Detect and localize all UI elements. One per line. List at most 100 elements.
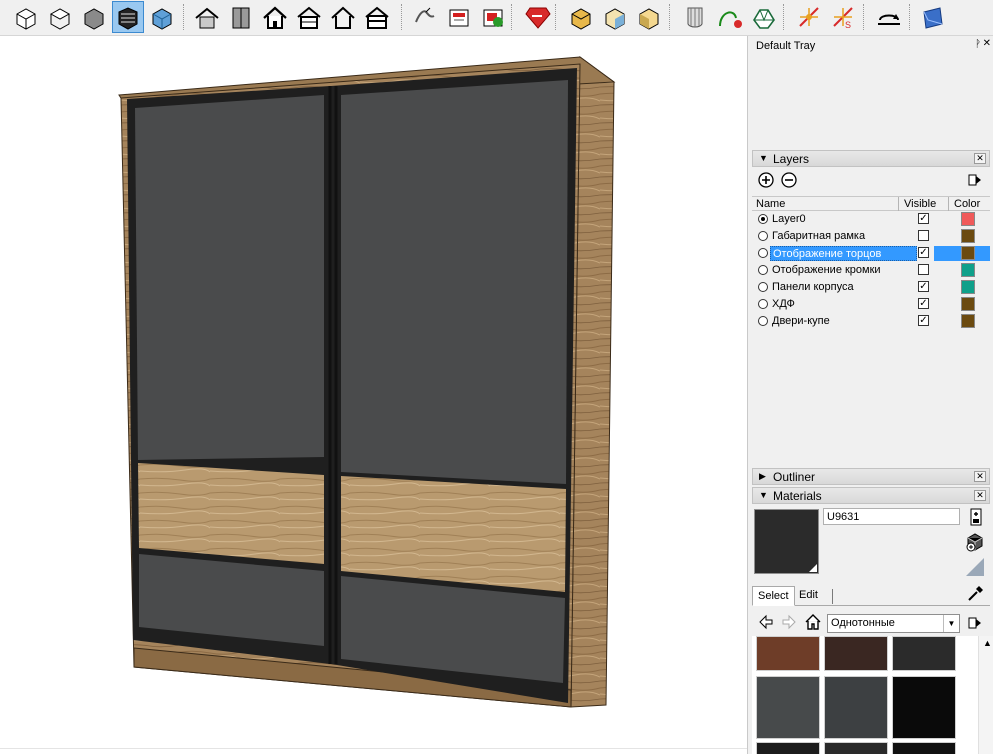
material-swatch[interactable] (892, 742, 956, 754)
layer-color-swatch[interactable] (961, 314, 975, 328)
solid-union-button[interactable] (565, 1, 597, 33)
scroll-up-icon[interactable]: ▲ (983, 638, 992, 648)
forward-arrow-icon[interactable] (781, 614, 797, 633)
home-button[interactable] (259, 1, 291, 33)
home-outline-button[interactable] (327, 1, 359, 33)
model-viewport[interactable] (0, 36, 747, 754)
styles-button[interactable] (679, 1, 711, 33)
column-visible[interactable]: Visible (904, 198, 936, 210)
create-material-icon[interactable] (969, 508, 983, 529)
layer-color-swatch[interactable] (961, 212, 975, 226)
material-swatch[interactable] (824, 636, 888, 671)
visible-checkbox[interactable] (918, 264, 929, 275)
section-display-button[interactable]: S (827, 1, 859, 33)
material-swatch[interactable] (756, 636, 820, 671)
tab-edit[interactable]: Edit (794, 586, 823, 606)
layer-color-swatch[interactable] (961, 229, 975, 243)
outliner-close-icon[interactable]: ✕ (974, 471, 986, 482)
materials-details-icon[interactable] (968, 616, 982, 633)
materials-panel-header[interactable]: ▼ Materials ✕ (752, 487, 990, 504)
layer-name[interactable]: ХДФ (770, 297, 797, 312)
photo-texture-button[interactable] (443, 1, 475, 33)
material-swatch[interactable] (892, 636, 956, 671)
tab-select[interactable]: Select (752, 586, 795, 606)
layer-color-swatch[interactable] (961, 297, 975, 311)
material-library-select[interactable]: Однотонные ▼ (827, 614, 960, 633)
layer-name[interactable]: Двери-купе (770, 314, 832, 329)
active-layer-radio[interactable] (758, 316, 768, 326)
iso-view-button[interactable] (10, 1, 42, 33)
material-to-model-icon[interactable] (965, 532, 985, 555)
material-name-field[interactable]: U9631 (823, 508, 960, 525)
layer-row[interactable]: Двери-купе ✓ (752, 313, 990, 330)
column-name[interactable]: Name (756, 198, 785, 210)
follow-me-button[interactable] (713, 1, 745, 33)
layer-color-swatch[interactable] (961, 263, 975, 277)
active-layer-radio[interactable] (758, 265, 768, 275)
column-color[interactable]: Color (954, 198, 980, 210)
material-swatch[interactable] (756, 742, 820, 754)
material-preview[interactable] (754, 509, 819, 574)
front-view-button[interactable] (78, 1, 110, 33)
layer-row[interactable]: Layer0 ✓ (752, 211, 990, 228)
layers-details-icon[interactable] (968, 173, 982, 190)
chevron-down-icon[interactable]: ▼ (943, 615, 959, 632)
layer-name[interactable]: Панели корпуса (770, 280, 856, 295)
share-model-button[interactable] (293, 1, 325, 33)
layer-name[interactable]: Отображение торцов (770, 246, 917, 261)
layer-color-swatch[interactable] (961, 246, 975, 260)
layer-row[interactable]: Габаритная рамка (752, 228, 990, 245)
add-layer-icon[interactable] (758, 172, 774, 191)
section-plane-button[interactable] (793, 1, 825, 33)
active-layer-radio[interactable] (758, 282, 768, 292)
eyedropper-icon[interactable] (967, 584, 985, 605)
house-section-button[interactable] (361, 1, 393, 33)
visible-checkbox[interactable]: ✓ (918, 247, 929, 258)
flip-button[interactable] (873, 1, 905, 33)
material-swatch[interactable] (824, 676, 888, 739)
material-swatch[interactable] (824, 742, 888, 754)
visible-checkbox[interactable]: ✓ (918, 298, 929, 309)
in-model-home-icon[interactable] (804, 613, 822, 634)
layer-row[interactable]: Отображение торцов ✓ (752, 245, 990, 262)
top-view-button[interactable] (44, 1, 76, 33)
active-layer-radio[interactable] (758, 231, 768, 241)
visible-checkbox[interactable]: ✓ (918, 315, 929, 326)
active-layer-radio[interactable] (758, 248, 768, 258)
material-swatch[interactable] (892, 676, 956, 739)
layer-row[interactable]: ХДФ ✓ (752, 296, 990, 313)
back-arrow-icon[interactable] (758, 614, 774, 633)
layer-name[interactable]: Layer0 (770, 212, 808, 227)
soften-edges-button[interactable] (747, 1, 779, 33)
layer-color-swatch[interactable] (961, 280, 975, 294)
remove-layer-icon[interactable] (781, 172, 797, 191)
active-layer-radio[interactable] (758, 214, 768, 224)
visible-checkbox[interactable] (918, 230, 929, 241)
right-view-button[interactable] (112, 1, 144, 33)
add-location-button[interactable] (477, 1, 509, 33)
solid-subtract-button[interactable] (599, 1, 631, 33)
active-layer-radio[interactable] (758, 299, 768, 309)
layers-panel-header[interactable]: ▼ Layers ✕ (752, 150, 990, 167)
blue-cube-button[interactable] (917, 1, 949, 33)
get-models-button[interactable] (225, 1, 257, 33)
visible-checkbox[interactable]: ✓ (918, 281, 929, 292)
solid-trim-button[interactable] (633, 1, 665, 33)
materials-scrollbar[interactable]: ▲ (978, 636, 993, 754)
layer-name[interactable]: Габаритная рамка (770, 229, 867, 244)
materials-close-icon[interactable]: ✕ (974, 490, 986, 501)
visible-checkbox[interactable]: ✓ (918, 213, 929, 224)
ruby-console-button[interactable] (521, 1, 553, 33)
layer-row[interactable]: Отображение кромки (752, 262, 990, 279)
sample-paint-icon[interactable] (964, 556, 986, 581)
back-view-button[interactable] (146, 1, 178, 33)
material-swatch[interactable] (756, 676, 820, 739)
tray-close-icon[interactable]: ✕ (983, 38, 991, 49)
layer-row[interactable]: Панели корпуса ✓ (752, 279, 990, 296)
layers-close-icon[interactable]: ✕ (974, 153, 986, 164)
pin-icon[interactable]: ᚹ (975, 39, 981, 50)
sandbox-button[interactable] (409, 1, 441, 33)
layer-name[interactable]: Отображение кромки (770, 263, 883, 278)
outliner-panel-header[interactable]: ▶ Outliner ✕ (752, 468, 990, 485)
warehouse-button[interactable] (191, 1, 223, 33)
